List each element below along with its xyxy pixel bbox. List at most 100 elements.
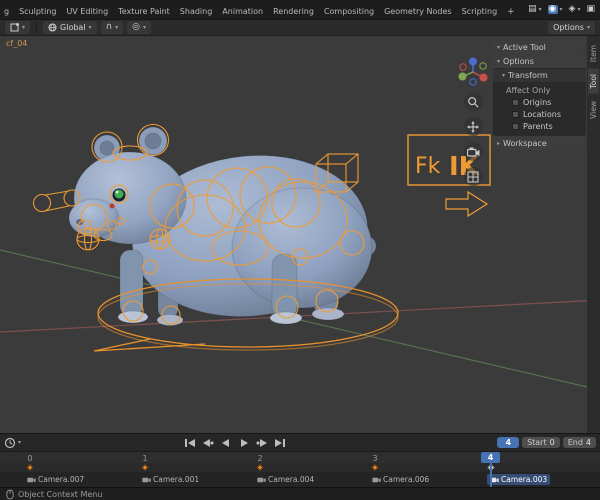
view-layer-dropdown[interactable]: ◈ ▾ — [569, 5, 581, 14]
checkbox-parents[interactable]: Parents — [493, 120, 586, 132]
transform-panel-label: Transform — [508, 71, 548, 80]
sidebar-tab-strip: Item Tool View — [587, 36, 600, 433]
filter-button[interactable]: ▣ — [586, 5, 595, 14]
marker-camera-001[interactable]: Camera.001 — [142, 474, 199, 485]
playhead[interactable] — [490, 462, 492, 487]
screen-layout-dropdown[interactable]: ▤ ▾ — [528, 5, 542, 14]
workspace-tab-animation[interactable]: Animation — [217, 4, 268, 19]
orientation-label: Global — [60, 23, 86, 32]
workspace-tab-uv-editing[interactable]: UV Editing — [61, 4, 113, 19]
panel-workspace[interactable]: ▸ Workspace — [493, 137, 586, 150]
status-context-text: Object Context Menu — [18, 489, 103, 499]
marker-camera-006[interactable]: Camera.006 — [372, 474, 429, 485]
workspace-tab-texture-paint[interactable]: Texture Paint — [113, 4, 175, 19]
play-reverse-button[interactable] — [219, 437, 233, 449]
keyframe-diamond[interactable] — [371, 463, 379, 472]
axis-gizmo[interactable] — [458, 56, 488, 86]
scene-dropdown[interactable]: ◉ ▾ — [547, 5, 563, 14]
proportional-editing-icon: ◎ — [132, 22, 141, 32]
expand-icon: ▸ — [497, 140, 501, 147]
panel-transform[interactable]: ▾ Transform — [493, 69, 586, 82]
mode-dropdown[interactable]: ▾ — [5, 21, 31, 34]
frame-number: 3 — [372, 453, 378, 463]
sidebar-panel: ▾ Active Tool ▾ Options ▾ Transform Affe… — [493, 41, 586, 151]
perspective-toggle-button[interactable] — [463, 167, 483, 186]
editor-type-dropdown[interactable]: ▾ — [4, 437, 21, 449]
camera-icon — [466, 147, 479, 157]
current-frame-value: 4 — [505, 438, 512, 447]
workspace-tab-geometry-nodes[interactable]: Geometry Nodes — [379, 4, 456, 19]
marker-label: Camera.001 — [153, 475, 200, 484]
frame-number: 2 — [257, 453, 263, 463]
marker-label: Camera.003 — [501, 475, 548, 484]
keyframe-diamond[interactable] — [141, 463, 149, 472]
workspace-tab-compositing[interactable]: Compositing — [319, 4, 379, 19]
timeline-markers: Camera.007 Camera.001 Camera.004 Camera.… — [0, 472, 600, 487]
header-separator — [36, 22, 38, 33]
pan-button[interactable] — [463, 117, 483, 136]
zoom-button[interactable] — [463, 92, 483, 111]
topbar: g Sculpting UV Editing Texture Paint Sha… — [0, 0, 600, 19]
timeline-ruler[interactable]: 0 1 2 3 — [0, 451, 600, 463]
workspace-tab-sculpting[interactable]: Sculpting — [14, 4, 61, 19]
add-workspace-button[interactable]: + — [502, 5, 520, 19]
frame-start-field[interactable]: Start 0 — [522, 437, 560, 448]
playback-controls — [183, 434, 287, 452]
panel-active-tool[interactable]: ▾ Active Tool — [493, 41, 586, 54]
checkbox-icon — [512, 122, 519, 130]
timeline-keyframes[interactable] — [0, 463, 600, 472]
previous-keyframe-button[interactable] — [201, 437, 215, 449]
chevron-down-icon: ▾ — [115, 23, 119, 31]
keyframe-diamond[interactable] — [26, 463, 34, 472]
sidebar-tab-view[interactable]: View — [588, 96, 599, 124]
checkbox-locations[interactable]: Locations — [493, 108, 586, 120]
viewport-3d[interactable]: Fk IK cf_04 ▾ Active Tool ▾ Options ▾ Tr… — [0, 36, 600, 433]
workspace-tabs: g Sculpting UV Editing Texture Paint Sha… — [3, 0, 520, 19]
frame-number: 1 — [142, 453, 148, 463]
expand-icon: ▾ — [502, 72, 506, 79]
workspace-panel-label: Workspace — [503, 139, 547, 148]
end-label: End — [567, 438, 583, 447]
marker-camera-004[interactable]: Camera.004 — [257, 474, 314, 485]
affect-only-label: Affect Only — [506, 86, 551, 95]
checkbox-origins[interactable]: Origins — [493, 96, 586, 108]
marker-label: Camera.006 — [383, 475, 430, 484]
sidebar-tab-tool[interactable]: Tool — [588, 69, 599, 94]
keyframe-diamond[interactable] — [256, 463, 264, 472]
options-dropdown[interactable]: Options ▾ — [548, 21, 595, 34]
grid-icon — [467, 170, 479, 183]
status-bar: Object Context Menu — [0, 487, 600, 500]
marker-label: Camera.004 — [268, 475, 315, 484]
workspace-tab-modeling[interactable]: g — [3, 4, 14, 19]
camera-view-button[interactable] — [463, 142, 483, 161]
play-button[interactable] — [237, 437, 251, 449]
sidebar-tab-item[interactable]: Item — [588, 40, 599, 67]
snap-toggle-button[interactable]: ∩ ▾ — [100, 21, 124, 34]
viewport-nav-gizmos — [458, 56, 488, 186]
jump-to-start-button[interactable] — [183, 437, 197, 449]
panel-options[interactable]: ▾ Options — [493, 55, 586, 68]
workspace-tab-scripting[interactable]: Scripting — [457, 4, 503, 19]
marker-camera-007[interactable]: Camera.007 — [27, 474, 84, 485]
workspace-tab-shading[interactable]: Shading — [175, 4, 218, 19]
parents-label: Parents — [523, 121, 553, 131]
jump-to-end-button[interactable] — [273, 437, 287, 449]
options-panel-label: Options — [503, 57, 534, 66]
expand-icon: ▾ — [497, 58, 501, 65]
marker-camera-003[interactable]: Camera.003 — [487, 474, 551, 485]
viewport-info-text: cf_04 — [6, 39, 28, 48]
next-keyframe-button[interactable] — [255, 437, 269, 449]
chevron-down-icon: ▾ — [143, 23, 147, 31]
current-frame-indicator[interactable]: 4 — [481, 452, 500, 463]
frame-end-field[interactable]: End 4 — [562, 437, 596, 448]
topbar-right-controls: ▤ ▾ ◉ ▾ ◈ ▾ ▣ — [528, 0, 597, 19]
chevron-down-icon: ▾ — [577, 5, 581, 13]
object-mode-icon — [10, 23, 19, 32]
current-frame-field[interactable]: 4 — [497, 437, 520, 448]
frame-number: 0 — [27, 453, 33, 463]
transform-orientation-dropdown[interactable]: Global ▾ — [43, 21, 97, 34]
workspace-tab-rendering[interactable]: Rendering — [268, 4, 319, 19]
proportional-editing-button[interactable]: ◎ ▾ — [127, 21, 152, 34]
magnifier-icon — [468, 96, 479, 108]
camera-icon — [257, 477, 266, 483]
